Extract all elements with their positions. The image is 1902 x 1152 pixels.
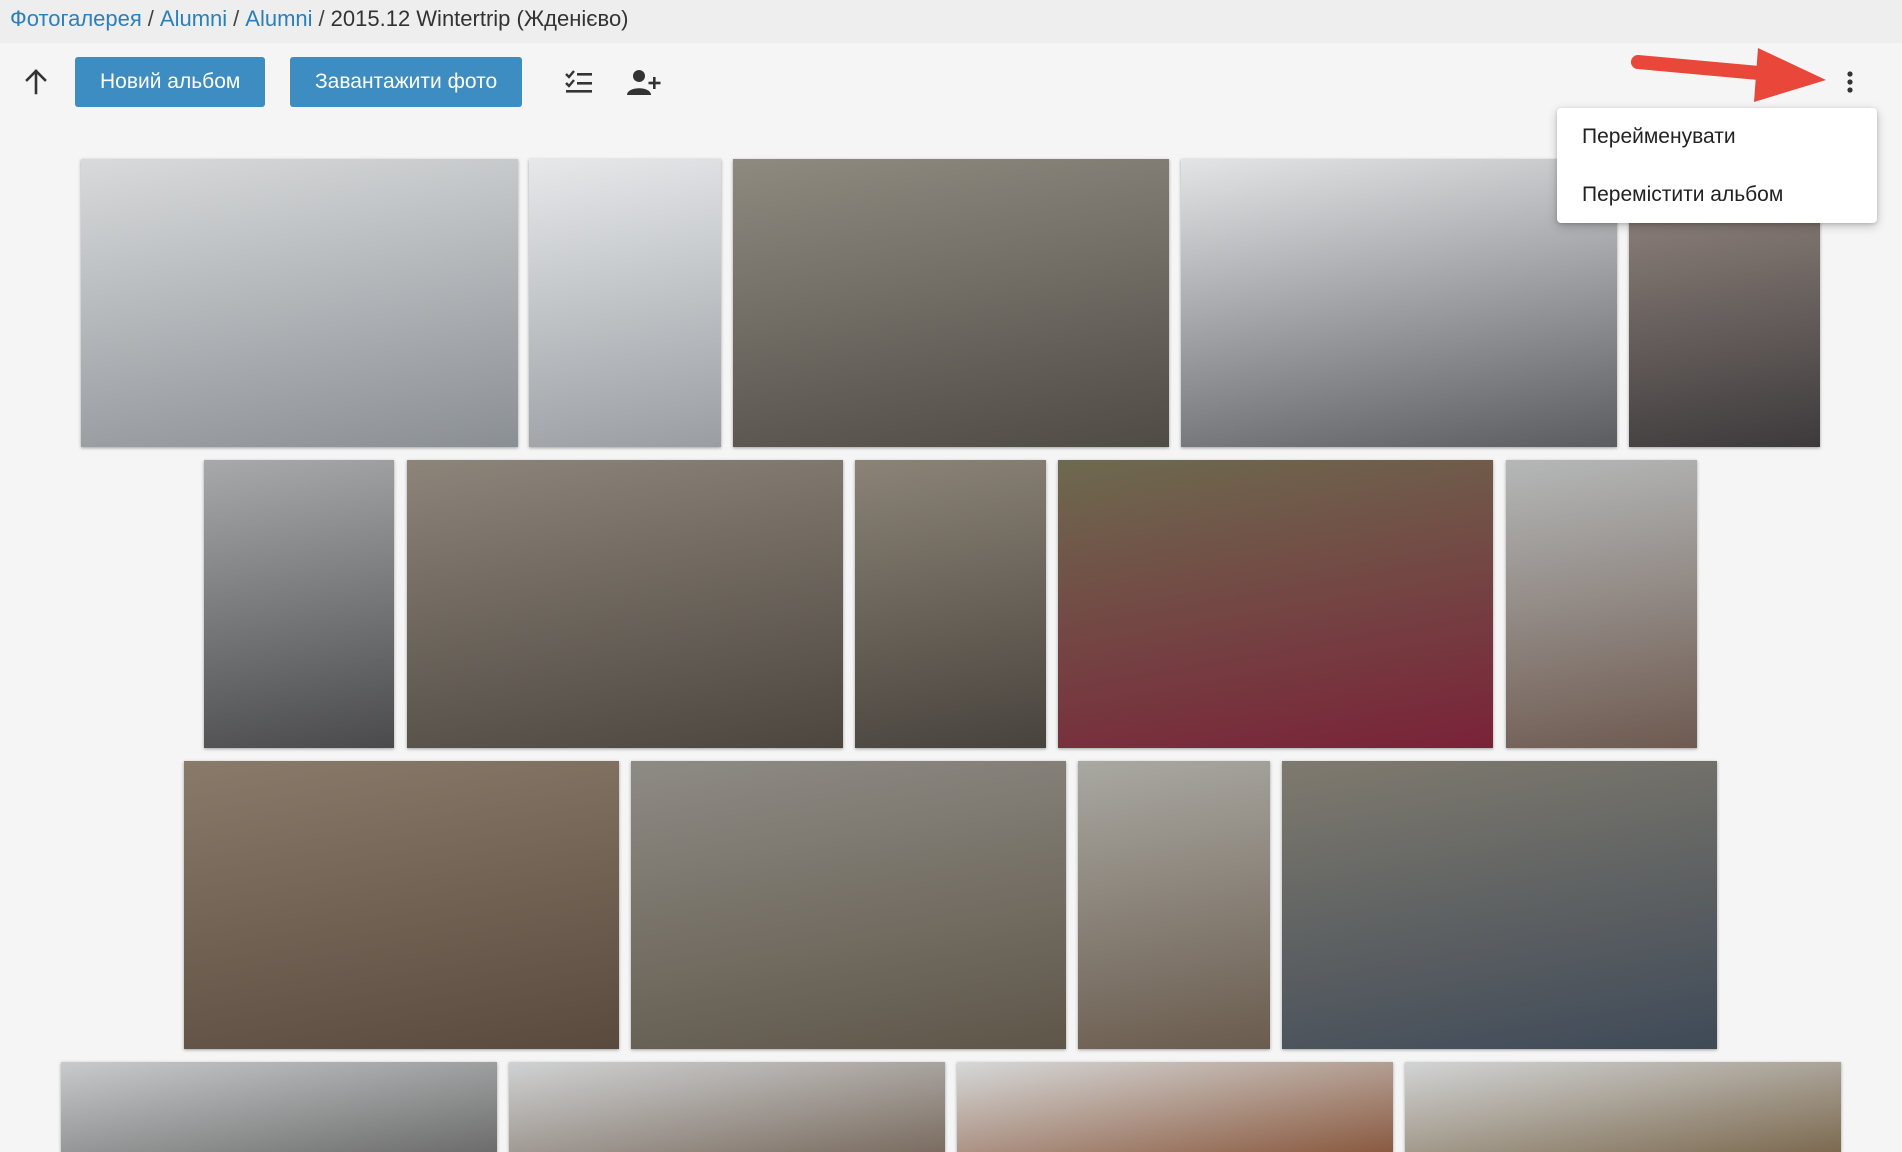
annotation-arrow [1631,48,1826,102]
photo-thumbnail[interactable] [1405,1062,1841,1152]
photo-thumbnail[interactable] [61,1062,497,1152]
upload-photo-button[interactable]: Завантажити фото [290,57,523,107]
album-options-menu: Перейменувати Перемістити альбом [1557,108,1877,223]
photo-thumbnail[interactable] [81,159,518,447]
photo-thumbnail[interactable] [529,159,721,447]
more-vert-icon [1847,71,1853,93]
checklist-icon [565,70,592,93]
select-button[interactable] [557,60,601,104]
breadcrumb-item-alumni[interactable]: Alumni [160,6,227,31]
photo-thumbnail[interactable] [1506,460,1697,748]
breadcrumb-separator: / [233,6,240,31]
photo-thumbnail[interactable] [407,460,843,748]
photo-thumbnail[interactable] [1181,159,1617,447]
photo-thumbnail[interactable] [184,761,619,1049]
photo-thumbnail[interactable] [957,1062,1393,1152]
arrow-up-icon [25,69,47,95]
up-button[interactable] [14,60,58,104]
photo-thumbnail[interactable] [855,460,1046,748]
photo-thumbnail[interactable] [1282,761,1717,1049]
photo-thumbnail[interactable] [509,1062,945,1152]
share-button[interactable] [622,60,666,104]
menu-item-rename[interactable]: Перейменувати [1557,108,1877,166]
photo-thumbnail[interactable] [733,159,1169,447]
new-album-button[interactable]: Новий альбом [75,57,266,107]
photo-thumbnail[interactable] [631,761,1066,1049]
photo-thumbnail[interactable] [1078,761,1270,1049]
more-button[interactable] [1828,60,1872,104]
breadcrumb: Фотогалерея / Alumni / Alumni/2015.12 Winter… [0,0,1902,43]
breadcrumb-separator: / [147,6,154,31]
breadcrumb-item-alumni-sub[interactable]: Alumni [245,6,312,31]
breadcrumb-item-gallery[interactable]: Фотогалерея [10,6,142,31]
photo-thumbnail[interactable] [204,460,394,748]
person-add-icon [627,70,661,95]
breadcrumb-separator: / [318,6,325,31]
menu-item-move-album[interactable]: Перемістити альбом [1557,166,1877,224]
breadcrumb-current: 2015.12 Wintertrip (Жденієво) [330,6,629,31]
photo-thumbnail[interactable] [1058,460,1493,748]
